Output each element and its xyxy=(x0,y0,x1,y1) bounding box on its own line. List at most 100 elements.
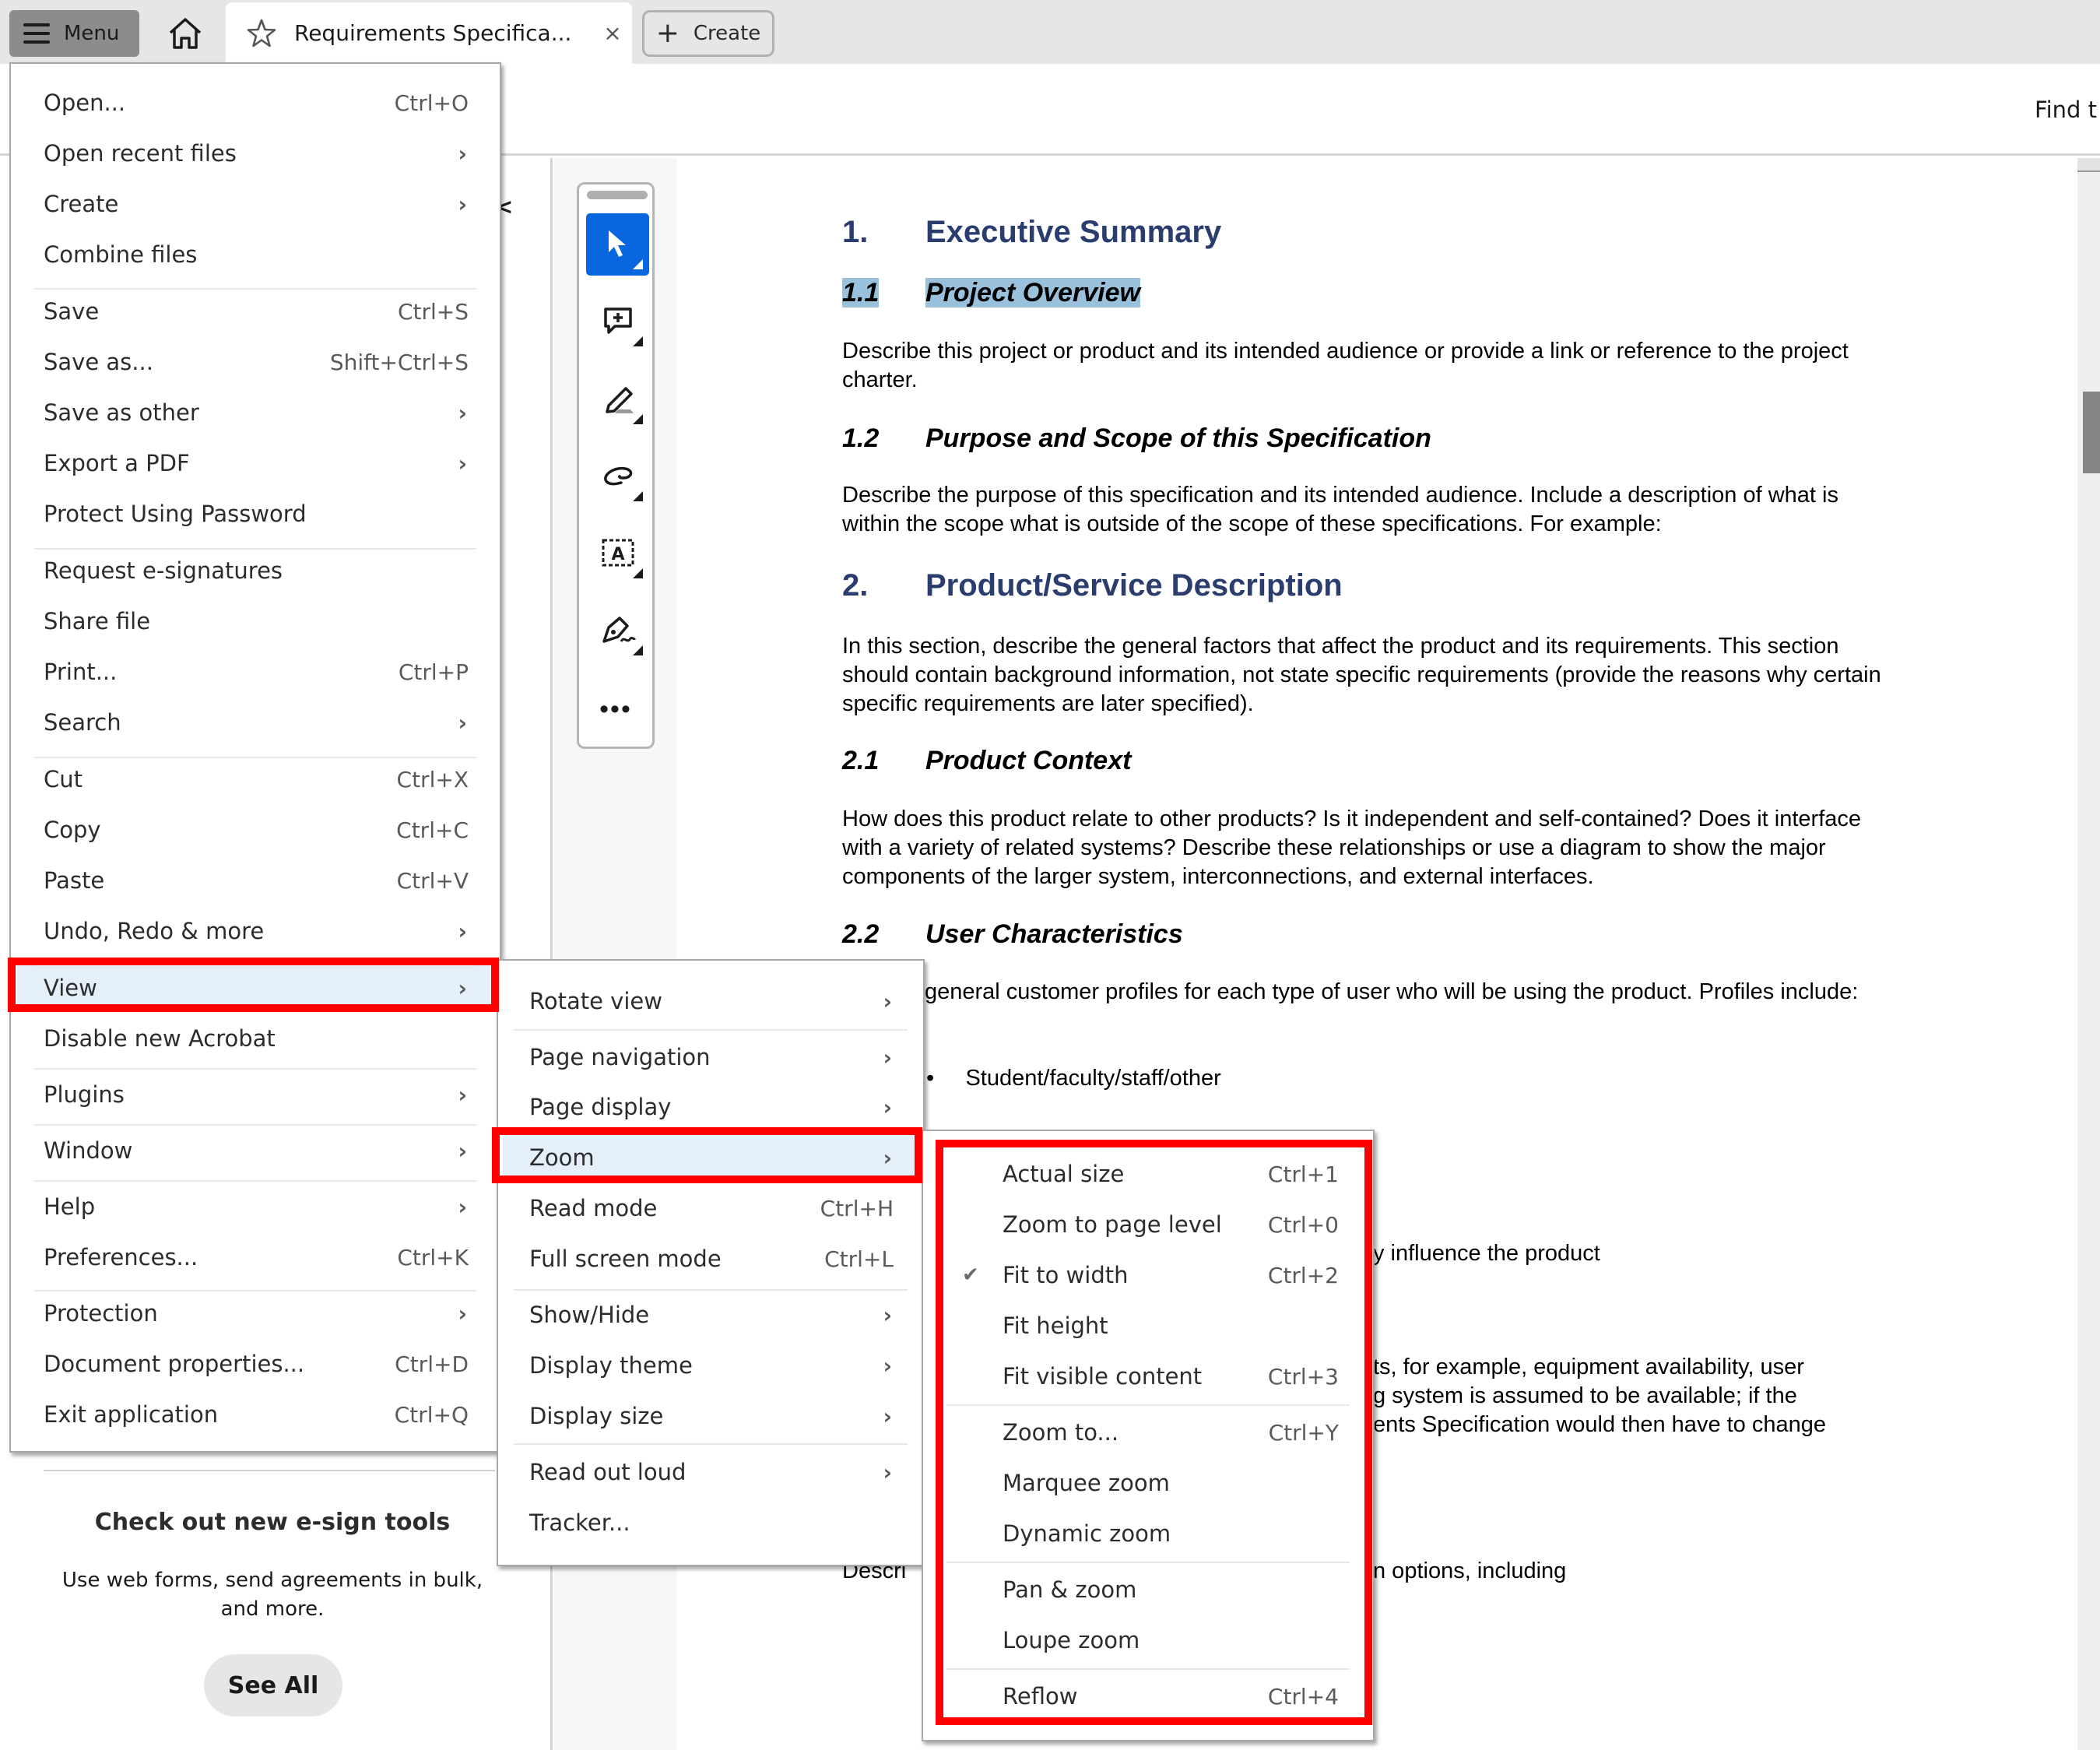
menu-separator xyxy=(34,1124,476,1126)
menu-item-label: Preferences... xyxy=(44,1244,198,1270)
zoom-submenu-item-fit-to-width[interactable]: ✔ Fit to width Ctrl+2 xyxy=(923,1251,1373,1299)
see-all-button[interactable]: See All xyxy=(204,1654,342,1717)
main-menu-item-save-as-other[interactable]: Save as other › xyxy=(11,388,500,437)
main-menu-item-undo-redo-more[interactable]: Undo, Redo & more › xyxy=(11,907,500,955)
title-bar: Menu Requirements Specifica... × + Creat… xyxy=(0,0,2100,64)
more-tools-icon[interactable]: ••• xyxy=(579,694,652,725)
chevron-right-icon: › xyxy=(458,191,467,217)
add-text-tool-button[interactable]: A xyxy=(586,522,649,585)
view-submenu-item-rotate-view[interactable]: Rotate view › xyxy=(498,977,923,1025)
vertical-scrollbar[interactable] xyxy=(2077,158,2100,1750)
menu-item-label: Export a PDF xyxy=(44,450,190,476)
checkmark-icon: ✔ xyxy=(962,1263,979,1287)
create-button[interactable]: + Create xyxy=(642,10,774,57)
main-menu-item-plugins[interactable]: Plugins › xyxy=(11,1070,500,1119)
menu-item-label: Page display xyxy=(529,1094,672,1120)
main-menu-item-create[interactable]: Create › xyxy=(11,180,500,228)
menu-item-label: Print... xyxy=(44,659,118,685)
home-button[interactable] xyxy=(163,16,207,51)
menu-item-label: Window xyxy=(44,1137,133,1164)
comment-add-icon xyxy=(603,307,632,334)
main-menu-item-open-recent-files[interactable]: Open recent files › xyxy=(11,129,500,177)
menu-item-label: Create xyxy=(44,191,119,217)
menu-button[interactable]: Menu xyxy=(9,10,139,57)
main-menu-item-open[interactable]: Open... Ctrl+O xyxy=(11,79,500,127)
main-menu-item-view[interactable]: View › xyxy=(17,964,493,1012)
main-menu-item-help[interactable]: Help › xyxy=(11,1182,500,1231)
main-menu-item-request-e-signatures[interactable]: Request e-signatures xyxy=(11,546,500,595)
main-menu-item-preferences[interactable]: Preferences... Ctrl+K xyxy=(11,1233,500,1281)
view-submenu-item-page-navigation[interactable]: Page navigation › xyxy=(498,1033,923,1081)
main-menu-item-paste[interactable]: Paste Ctrl+V xyxy=(11,856,500,905)
main-menu-item-document-properties[interactable]: Document properties... Ctrl+D xyxy=(11,1340,500,1388)
text-fragment: ts, for example, equipment availability,… xyxy=(1373,1355,1804,1379)
main-menu-item-cut[interactable]: Cut Ctrl+X xyxy=(11,755,500,803)
chevron-right-icon: › xyxy=(883,1094,892,1120)
zoom-submenu-item-actual-size[interactable]: Actual size Ctrl+1 xyxy=(923,1150,1373,1198)
view-submenu-item-display-theme[interactable]: Display theme › xyxy=(498,1341,923,1390)
star-icon[interactable] xyxy=(246,18,277,49)
quick-tools-toolbar: A ••• xyxy=(577,182,655,749)
main-menu-item-save-as[interactable]: Save as... Shift+Ctrl+S xyxy=(11,338,500,386)
document-tab[interactable]: Requirements Specifica... × xyxy=(226,2,632,64)
main-menu-item-search[interactable]: Search › xyxy=(11,698,500,747)
view-submenu-item-page-display[interactable]: Page display › xyxy=(498,1083,923,1131)
menu-item-label: Save as other xyxy=(44,399,199,426)
main-menu-item-print[interactable]: Print... Ctrl+P xyxy=(11,648,500,696)
zoom-submenu-item-fit-height[interactable]: Fit height xyxy=(923,1302,1373,1350)
find-tools-search[interactable]: Find t xyxy=(2035,97,2097,123)
view-submenu-item-zoom[interactable]: Zoom › xyxy=(503,1133,918,1182)
toolbar-drag-handle[interactable] xyxy=(587,191,648,199)
main-menu-item-copy[interactable]: Copy Ctrl+C xyxy=(11,806,500,854)
shortcut-label: Ctrl+4 xyxy=(1267,1683,1339,1710)
view-submenu-item-tracker[interactable]: Tracker... xyxy=(498,1499,923,1547)
main-menu-item-save[interactable]: Save Ctrl+S xyxy=(11,287,500,336)
main-menu-item-protect-using-password[interactable]: Protect Using Password xyxy=(11,490,500,538)
main-menu-item-window[interactable]: Window › xyxy=(11,1126,500,1175)
menu-item-label: Fit to width xyxy=(1003,1262,1129,1288)
view-submenu-item-read-out-loud[interactable]: Read out loud › xyxy=(498,1448,923,1496)
highlight-tool-button[interactable] xyxy=(586,368,649,430)
view-submenu-item-display-size[interactable]: Display size › xyxy=(498,1392,923,1440)
divider xyxy=(44,1470,495,1471)
main-menu-item-exit-application[interactable]: Exit application Ctrl+Q xyxy=(11,1390,500,1439)
home-icon xyxy=(169,18,202,49)
chevron-right-icon: › xyxy=(458,140,467,167)
main-menu-item-combine-files[interactable]: Combine files xyxy=(11,230,500,279)
zoom-submenu-item-zoom-to-page-level[interactable]: Zoom to page level Ctrl+0 xyxy=(923,1200,1373,1249)
zoom-submenu-item-loupe-zoom[interactable]: Loupe zoom xyxy=(923,1616,1373,1664)
view-submenu-item-read-mode[interactable]: Read mode Ctrl+H xyxy=(498,1184,923,1232)
main-menu-item-disable-new-acrobat[interactable]: Disable new Acrobat xyxy=(11,1014,500,1063)
chevron-right-icon: › xyxy=(458,1081,467,1108)
svg-text:A: A xyxy=(611,545,624,564)
menu-separator xyxy=(946,1562,1350,1563)
chevron-right-icon: › xyxy=(883,1144,892,1171)
scrollbar-top xyxy=(2077,158,2100,172)
view-submenu-item-full-screen-mode[interactable]: Full screen mode Ctrl+L xyxy=(498,1235,923,1283)
draw-tool-button[interactable] xyxy=(586,445,649,508)
zoom-submenu-item-reflow[interactable]: Reflow Ctrl+4 xyxy=(923,1672,1373,1720)
zoom-submenu-item-dynamic-zoom[interactable]: Dynamic zoom xyxy=(923,1509,1373,1558)
menu-separator xyxy=(34,1290,476,1291)
menu-item-label: Undo, Redo & more xyxy=(44,918,265,944)
select-tool-button[interactable] xyxy=(586,213,649,276)
zoom-submenu-item-zoom-to[interactable]: Zoom to... Ctrl+Y xyxy=(923,1408,1373,1457)
add-comment-tool-button[interactable] xyxy=(586,290,649,353)
menu-separator xyxy=(34,1180,476,1182)
zoom-submenu-item-fit-visible-content[interactable]: Fit visible content Ctrl+3 xyxy=(923,1352,1373,1400)
menu-separator xyxy=(514,1289,908,1291)
chevron-right-icon: › xyxy=(883,1044,892,1070)
zoom-submenu-item-pan-zoom[interactable]: Pan & zoom xyxy=(923,1566,1373,1614)
view-submenu-item-show-hide[interactable]: Show/Hide › xyxy=(498,1291,923,1339)
sign-tool-button[interactable] xyxy=(586,599,649,662)
main-menu-item-protection[interactable]: Protection › xyxy=(11,1289,500,1337)
close-tab-icon[interactable]: × xyxy=(593,20,632,46)
main-menu-item-export-a-pdf[interactable]: Export a PDF › xyxy=(11,439,500,487)
scrollbar-thumb[interactable] xyxy=(2083,392,2100,473)
cursor-icon xyxy=(608,230,626,257)
main-menu-item-share-file[interactable]: Share file xyxy=(11,597,500,645)
zoom-submenu: Actual size Ctrl+1 Zoom to page level Ctrl+… xyxy=(922,1130,1375,1741)
shortcut-label: Ctrl+2 xyxy=(1267,1262,1339,1288)
zoom-submenu-item-marquee-zoom[interactable]: Marquee zoom xyxy=(923,1459,1373,1507)
menu-item-label: Display size xyxy=(529,1403,664,1429)
